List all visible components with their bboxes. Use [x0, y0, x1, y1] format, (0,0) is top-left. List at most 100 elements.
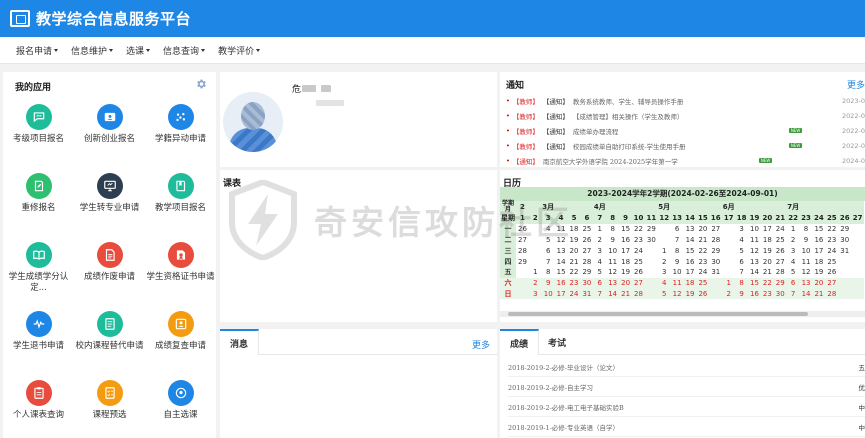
calendar-cell: 10: [541, 288, 555, 300]
calendar-cell: 20: [569, 246, 579, 255]
app-tile[interactable]: 个人课表查询: [3, 376, 74, 438]
app-tile[interactable]: 重修报名: [3, 169, 74, 238]
calendar-cell: 22: [760, 277, 774, 289]
calendar-cell: 3: [597, 246, 603, 255]
app-tile[interactable]: 学生资格证书申请: [145, 238, 216, 307]
notice-date: 2023-0: [841, 96, 865, 105]
calendar-cell: [516, 288, 529, 300]
notice-tag: 【教师】: [512, 97, 539, 106]
calendar-cell: 23: [634, 235, 643, 244]
bullet-icon: •: [506, 111, 510, 120]
app-tile[interactable]: 学生转专业申请: [74, 169, 145, 238]
calendar-cell: [516, 277, 529, 289]
tab-messages[interactable]: 消息: [220, 329, 260, 355]
calendar-row-label: 一: [500, 223, 516, 235]
app-tile[interactable]: 校内课程替代申请: [74, 307, 145, 376]
calendar-cell: 3月: [541, 201, 555, 213]
bullet-icon: •: [506, 96, 510, 105]
calendar-cell: 20: [619, 277, 633, 289]
open-book-icon: [25, 242, 52, 268]
my-apps-panel: 我的应用 考级项目报名 创新创业报名 学籍异动申请 重修报名 学生转专业申请 教学项目报名…: [3, 72, 216, 438]
calendar-cell: 27: [851, 213, 865, 224]
calendar-cell: 12: [657, 213, 671, 224]
notice-title: 通知: [506, 81, 525, 91]
grade-item[interactable]: 2018-2019-2-必修-电工电子基础实验B 中: [508, 397, 865, 417]
calendar-cell: [851, 267, 864, 278]
app-tile[interactable]: 成绩复查申请: [145, 307, 216, 376]
calendar-cell: 2: [662, 257, 667, 266]
calendar-cell: 29: [582, 268, 592, 277]
calendar-cell: 16: [685, 257, 695, 266]
calendar-cell: 21: [569, 257, 579, 266]
grade-item[interactable]: 2018-2019-2-必修-毕业设计（论文） 五: [508, 357, 865, 377]
calendar-cell: 2: [722, 288, 736, 300]
calendar-cell: 3: [662, 268, 667, 277]
chevron-down-icon: [54, 48, 59, 52]
calendar-cell: 18: [621, 257, 631, 266]
calendar-cell: [645, 267, 658, 278]
calendar-row: 二 27 5 12 19 26 2 9 16 23 30 7 14 21 28 4 11 18 25 2 9 16 23 30: [500, 234, 864, 246]
calendar-cell: 8: [606, 213, 620, 224]
calendar-cell: 27: [632, 277, 645, 289]
app-tile[interactable]: 创新创业报名: [74, 100, 145, 169]
horizontal-scrollbar[interactable]: [500, 311, 865, 317]
notice-item[interactable]: • 【通知】 南京航空大学外语学院 2024-2025学年第一学 NEW 2024-0: [506, 153, 865, 167]
bullet-icon: •: [506, 126, 510, 135]
calendar-cell: 30: [840, 235, 850, 244]
calendar-row: 三 28 6 13 20 27 3 10 17 24 1 8 15 22 29 5 12 19 26 3 10 17 24 3…: [500, 245, 864, 257]
grade-item[interactable]: 2018-2019-1-必修-专业英语（自学） 中: [508, 417, 865, 437]
notice-more-link[interactable]: 更多: [847, 78, 865, 91]
notice-item[interactable]: • 【教师】 【通知】 【成绩管理】相关操作（学生及教师） 2022-0: [506, 108, 865, 123]
calendar-cell: 27: [825, 277, 839, 289]
calendar-cell: 31: [840, 246, 850, 255]
calendar-cell: 30: [580, 277, 594, 289]
notice-item[interactable]: • 【教师】 【通知】 成绩单办理流程 NEW 2022-0: [506, 123, 865, 138]
menu-info-maintain[interactable]: 信息维护: [71, 44, 114, 57]
calendar-grid: 学期月 2 3月 4月 5月 6月 7月 星期 1 2 3 4 5 6 7 8 9 10 11 12 13 14 15 16 1…: [500, 201, 865, 300]
notice-list: • 【教师】 【通知】 教务系统教师、学生、辅导员操作手册 2023-0 • 【教师】 【通知…: [506, 93, 865, 167]
notice-item[interactable]: • 【教师】 【通知】 校园成绩单自助打印系统-学生使用手册 NEW 2022-0: [506, 138, 865, 153]
calendar-cell: 15: [621, 225, 631, 234]
grade-item[interactable]: 2018-2019-2-必修-自主学习 优: [508, 377, 865, 397]
calendar-cell: [529, 245, 542, 256]
calendar-cell: 2: [597, 235, 603, 244]
calendar-cell: 13: [685, 225, 695, 234]
calendar-cell: 19: [621, 268, 631, 277]
menu-course-select[interactable]: 选课: [126, 44, 151, 57]
app-tile[interactable]: 学生退书申请: [3, 307, 74, 376]
tab-grades[interactable]: 成绩: [500, 329, 540, 355]
calendar-cell: 9: [803, 235, 809, 244]
calendar-cell: 7月: [786, 201, 800, 213]
app-tile[interactable]: 学籍异动申请: [145, 100, 216, 169]
calendar-cell: 4: [790, 257, 796, 266]
calendar-cell: [735, 201, 749, 213]
calendar-cell: [567, 201, 581, 213]
calendar-row-label: 二: [500, 234, 516, 246]
app-tile[interactable]: 成绩作废申请: [74, 238, 145, 307]
app-tile[interactable]: 课程预选: [74, 376, 145, 438]
calendar-cell: [851, 245, 864, 256]
calendar-cell: 13: [556, 246, 566, 255]
menu-apply[interactable]: 报名申请: [16, 44, 59, 57]
calendar-cell: 17: [554, 288, 568, 300]
app-tile[interactable]: 教学项目报名: [145, 169, 216, 238]
tab-exams[interactable]: 考试: [538, 329, 576, 355]
calendar-cell: [670, 201, 684, 213]
app-tile[interactable]: 自主选课: [145, 376, 216, 438]
menu-teaching-eval[interactable]: 教学评价: [218, 44, 261, 57]
calendar-cell: 21: [698, 235, 708, 244]
calendar-cell: 17: [814, 246, 824, 255]
notice-item[interactable]: • 【教师】 【通知】 教务系统教师、学生、辅导员操作手册 2023-0: [506, 93, 865, 108]
messages-more-link[interactable]: 更多: [472, 338, 490, 351]
calendar-cell: 13: [750, 257, 759, 266]
calendar-cell: 21: [812, 288, 826, 300]
calendar-cell: 5: [567, 213, 581, 224]
calendar-cell: 5: [657, 288, 671, 300]
gear-icon[interactable]: [195, 78, 207, 90]
calendar-cell: 5: [790, 268, 796, 277]
calendar-cell: 28: [775, 268, 785, 277]
avatar[interactable]: [223, 92, 283, 152]
menu-info-query[interactable]: 信息查询: [163, 44, 206, 57]
app-tile[interactable]: 考级项目报名: [3, 100, 74, 169]
app-tile[interactable]: 学生成绩学分认定...: [3, 238, 74, 307]
